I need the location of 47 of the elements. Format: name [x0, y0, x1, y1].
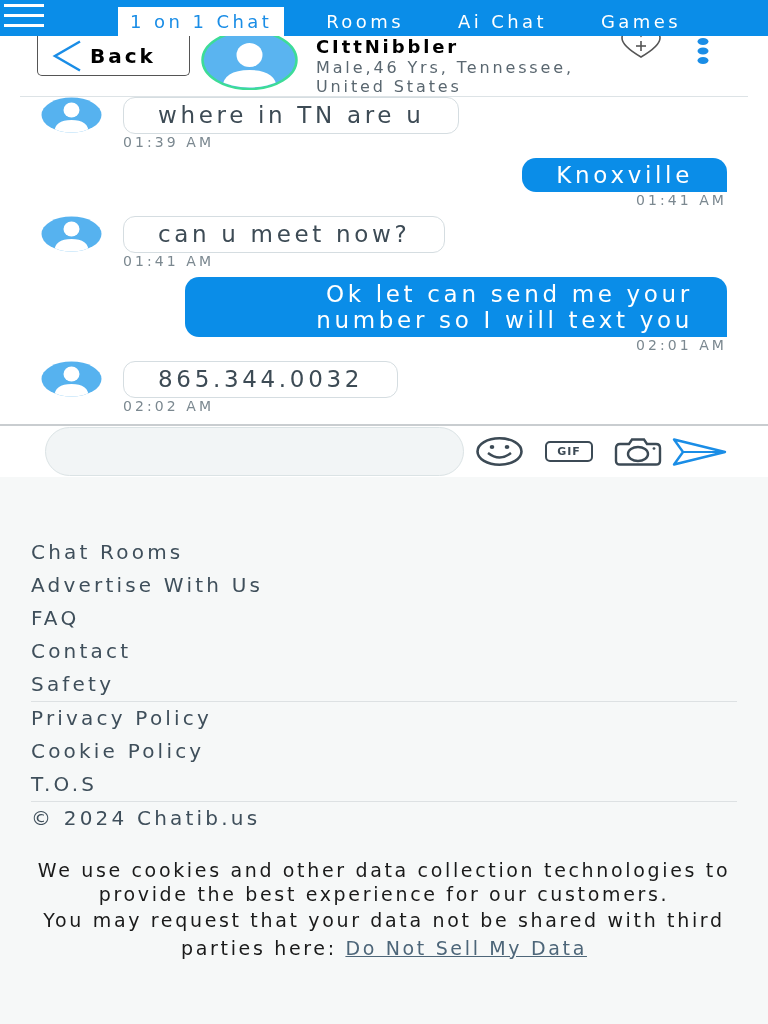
footer-link[interactable]: Privacy Policy	[31, 702, 213, 735]
message-input[interactable]	[45, 427, 464, 476]
profile-name: CIttNibbler	[316, 36, 461, 58]
avatar-icon	[41, 216, 102, 252]
footer-link[interactable]: Contact	[31, 635, 132, 668]
back-button[interactable]: Back	[37, 36, 190, 76]
avatar-icon	[41, 361, 102, 397]
favorite-button[interactable]	[619, 36, 663, 58]
more-options-button[interactable]	[697, 38, 709, 64]
footer-link[interactable]: Safety	[31, 668, 115, 701]
send-icon	[672, 437, 727, 466]
message-time: 02:02 AM	[123, 399, 215, 413]
nav-tab[interactable]: Ai Chat	[445, 7, 559, 36]
chevron-left-icon	[52, 39, 82, 72]
smiley-icon	[476, 437, 523, 466]
nav-tab[interactable]: Games	[589, 7, 694, 36]
more-options-icon	[697, 38, 709, 64]
avatar-icon	[41, 97, 102, 133]
cookie-request-text: You may request that your data not be shared with third parties here: Do Not Sell My Data	[42, 908, 726, 961]
footer-link[interactable]: FAQ	[31, 602, 80, 635]
message-bubble: Ok let can send me your number so I will text you	[185, 277, 727, 337]
message-time: 01:41 AM	[635, 193, 727, 207]
camera-icon	[614, 437, 662, 466]
menu-icon	[4, 4, 44, 28]
heart-plus-icon	[619, 36, 663, 58]
footer-link[interactable]: Advertise With Us	[31, 569, 264, 602]
camera-button[interactable]	[614, 437, 662, 466]
send-button[interactable]	[672, 437, 727, 466]
message-bubble: Knoxville	[522, 158, 727, 192]
footer-link[interactable]: T.O.S	[31, 768, 98, 801]
message-bubble: where in TN are u	[123, 97, 460, 134]
footer-link[interactable]: Cookie Policy	[31, 735, 205, 768]
message-bubble: can u meet now?	[123, 216, 446, 253]
copyright-text: © 2024 Chatib.us	[31, 805, 261, 832]
profile-details: Male,46 Yrs, Tennessee, United States	[316, 58, 575, 96]
gif-button[interactable]: GIF	[545, 441, 593, 462]
message-time: 01:39 AM	[123, 135, 215, 149]
nav-tab[interactable]: Rooms	[314, 7, 416, 36]
do-not-sell-link[interactable]: Do Not Sell My Data	[345, 937, 587, 959]
cookie-notice-text: We use cookies and other data collection technologies to provide the best experience for our customers.	[36, 858, 732, 906]
message-time: 02:01 AM	[635, 338, 727, 352]
footer-link[interactable]: Chat Rooms	[31, 536, 184, 569]
menu-button[interactable]	[4, 4, 44, 28]
emoji-button[interactable]	[476, 437, 523, 466]
message-bubble: 865.344.0032	[123, 361, 399, 398]
nav-tab[interactable]: 1 on 1 Chat	[118, 7, 285, 36]
message-time: 01:41 AM	[123, 254, 215, 268]
